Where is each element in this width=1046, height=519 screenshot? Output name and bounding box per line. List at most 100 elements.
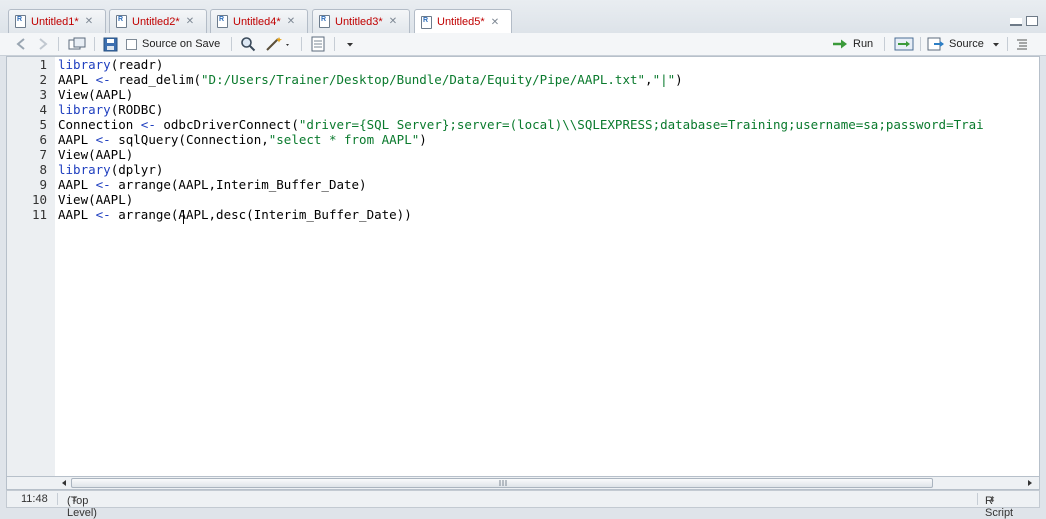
code-token: <- — [140, 117, 156, 132]
outline-icon[interactable] — [1015, 36, 1029, 52]
code-token: <- — [95, 177, 111, 192]
line-number: 6 — [39, 132, 47, 147]
checkbox-icon[interactable] — [126, 38, 137, 50]
source-on-save-label: Source on Save — [142, 38, 221, 50]
run-label: Run — [853, 38, 874, 50]
code-line[interactable]: library(dplyr) — [58, 162, 163, 177]
code-token: View(AAPL) — [58, 87, 134, 102]
source-dropdown-icon[interactable] — [990, 39, 1002, 49]
code-token: <- — [95, 72, 111, 87]
source-icon — [927, 37, 944, 51]
line-number: 10 — [31, 192, 47, 207]
source-button[interactable]: Source — [927, 36, 1002, 52]
code-token: arrange(AAPL,Interim_Buffer_Date) — [110, 177, 367, 192]
line-number: 9 — [39, 177, 47, 192]
code-line[interactable]: AAPL <- read_delim("D:/Users/Trainer/Des… — [58, 72, 683, 87]
code-token: View(AAPL) — [58, 147, 134, 162]
close-icon[interactable]: ✕ — [85, 16, 93, 27]
more-dropdown-icon[interactable] — [345, 36, 355, 52]
code-token: library — [58, 162, 111, 177]
editor-toolbar: Source on Save Run Source — [0, 33, 1046, 56]
tab-label: Untitled2* — [132, 15, 180, 28]
scope-updown-icon: ⬍ — [71, 495, 78, 504]
code-token: ) — [419, 132, 427, 147]
code-line[interactable]: View(AAPL) — [58, 192, 133, 207]
tab-label: Untitled4* — [233, 15, 281, 28]
r-document-icon — [116, 15, 127, 28]
code-line[interactable]: Connection <- odbcDriverConnect("driver=… — [58, 117, 984, 132]
source-label: Source — [949, 38, 984, 50]
show-in-window-icon[interactable] — [68, 36, 86, 52]
code-token: "select * from AAPL" — [268, 132, 420, 147]
code-editor[interactable]: 1 library(readr) 2 AAPL <- read_delim("D:/U… — [6, 56, 1040, 477]
code-token: "|" — [652, 72, 676, 87]
line-number: 7 — [39, 147, 47, 162]
code-tools-wand-icon[interactable] — [265, 36, 291, 52]
code-line[interactable]: AAPL <- sqlQuery(Connection,"select * fr… — [58, 132, 427, 147]
code-token: Connection — [58, 117, 141, 132]
code-token: View(AAPL) — [58, 192, 134, 207]
maximize-icon[interactable] — [1026, 16, 1038, 26]
forward-icon[interactable] — [35, 36, 51, 52]
code-line[interactable]: View(AAPL) — [58, 147, 133, 162]
code-token: AAPL — [58, 177, 96, 192]
r-document-icon — [15, 15, 26, 28]
cursor-position: 11:48 — [21, 493, 48, 505]
rerun-button[interactable] — [894, 36, 914, 52]
text-cursor — [183, 210, 184, 224]
tab-untitled[interactable]: Untitled5* ✕ — [414, 9, 512, 34]
code-line[interactable]: AAPL <- arrange(AAPL,Interim_Buffer_Date… — [58, 177, 367, 192]
tab-label: Untitled3* — [335, 15, 383, 28]
source-on-save-checkbox[interactable]: Source on Save — [126, 36, 220, 52]
r-document-icon — [421, 15, 432, 29]
code-token: <- — [95, 207, 111, 222]
code-line[interactable]: View(AAPL) — [58, 87, 133, 102]
code-token: AAPL — [58, 72, 96, 87]
search-icon[interactable] — [240, 36, 256, 52]
close-icon[interactable]: ✕ — [287, 16, 295, 27]
tab-untitled[interactable]: Untitled4* ✕ — [210, 9, 308, 33]
code-token: AAPL — [58, 207, 96, 222]
code-line[interactable]: library(RODBC) — [58, 102, 163, 117]
run-button[interactable]: Run — [832, 36, 873, 52]
line-number: 11 — [31, 207, 47, 222]
code-token: library — [58, 102, 111, 117]
line-number: 8 — [39, 162, 47, 177]
close-icon[interactable]: ✕ — [389, 16, 397, 27]
code-line[interactable]: library(readr) — [58, 57, 163, 72]
scroll-right-icon[interactable] — [1025, 477, 1035, 489]
minimize-icon[interactable] — [1010, 18, 1022, 26]
code-token: ) — [675, 72, 683, 87]
scrollbar-thumb[interactable] — [71, 478, 933, 488]
back-icon[interactable] — [14, 36, 30, 52]
code-token: odbcDriverConnect( — [155, 117, 299, 132]
tab-untitled[interactable]: Untitled3* ✕ — [312, 9, 410, 33]
r-document-icon — [217, 15, 228, 28]
close-icon[interactable]: ✕ — [491, 17, 499, 28]
code-token: library — [58, 57, 111, 72]
code-token: read_delim( — [110, 72, 202, 87]
tab-untitled[interactable]: Untitled2* ✕ — [109, 9, 207, 33]
save-icon[interactable] — [103, 36, 118, 52]
line-number: 3 — [39, 87, 47, 102]
tab-label: Untitled5* — [437, 16, 485, 28]
line-number: 1 — [39, 57, 47, 72]
code-token: , — [645, 72, 653, 87]
line-number: 4 — [39, 102, 47, 117]
file-type-updown-icon: ⬍ — [989, 495, 996, 504]
code-token: arrange(AAPL,desc(Interim_Buffer_Date)) — [110, 207, 412, 222]
status-bar: 11:48 (Top Level) ⬍ R Script ⬍ — [6, 490, 1040, 519]
code-token: AAPL — [58, 132, 96, 147]
close-icon[interactable]: ✕ — [186, 16, 194, 27]
scroll-left-icon[interactable] — [59, 477, 69, 489]
code-token: <- — [95, 132, 111, 147]
tab-bar: Untitled1*✕Untitled2*✕Untitled4*✕Untitle… — [0, 0, 1046, 34]
tab-untitled[interactable]: Untitled1* ✕ — [8, 9, 106, 33]
horizontal-scrollbar[interactable] — [6, 476, 1040, 490]
code-token: "D:/Users/Trainer/Desktop/Bundle/Data/Eq… — [201, 72, 646, 87]
code-line[interactable]: AAPL <- arrange(AAPL,desc(Interim_Buffer… — [58, 207, 412, 222]
compile-report-icon[interactable] — [310, 36, 326, 52]
line-number: 5 — [39, 117, 47, 132]
tab-label: Untitled1* — [31, 15, 79, 28]
line-number: 2 — [39, 72, 47, 87]
